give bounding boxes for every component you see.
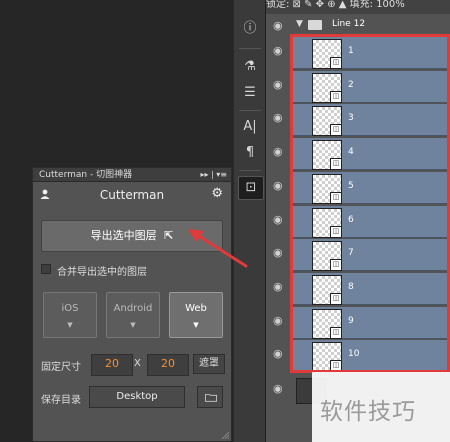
platform-ios-button[interactable]: iOS ▼ — [43, 292, 97, 338]
watermark: 软件技巧 — [312, 372, 450, 442]
height-field[interactable]: 20 — [147, 354, 189, 376]
eye-icon[interactable]: ◉ — [273, 112, 285, 123]
info-icon[interactable]: ⓘ — [238, 18, 262, 40]
crop-icon[interactable]: ⊡ — [238, 176, 264, 200]
fixed-size-label: 固定尺寸 — [41, 362, 81, 373]
gear-icon[interactable]: ⚙ — [211, 186, 223, 201]
external-link-icon: ⇱ — [164, 229, 174, 242]
platform-label: Android — [113, 303, 153, 314]
panel-header: Cutterman ⚙ — [33, 183, 231, 207]
brush-presets-icon[interactable]: ⚗ — [238, 56, 262, 78]
annotation-arrow — [188, 229, 248, 268]
resize-grip-icon[interactable] — [221, 431, 229, 439]
mask-button[interactable]: 遮罩 — [193, 354, 225, 374]
tool-divider — [239, 110, 261, 111]
layer-options-strip: 锁定: ⊠ ✎ ✥ ⊕ ▲ 填充: 100% — [266, 0, 450, 14]
character-icon[interactable]: A| — [238, 116, 262, 138]
eye-icon[interactable]: ◉ — [273, 20, 285, 31]
platform-label: iOS — [61, 303, 79, 314]
save-directory-field[interactable]: Desktop — [89, 386, 185, 408]
brand-title: Cutterman — [99, 188, 165, 202]
tool-divider — [239, 48, 261, 49]
platform-android-button[interactable]: Android ▼ — [106, 292, 160, 338]
eye-icon[interactable]: ◉ — [273, 79, 285, 90]
panel-menu-icon[interactable]: ▸▸ | ▾≡ — [200, 169, 227, 181]
size-separator: X — [134, 358, 141, 369]
cutterman-panel: Cutterman - 切图神器 ▸▸ | ▾≡ Cutterman ⚙ 导出选… — [32, 167, 232, 442]
eye-icon[interactable]: ◉ — [273, 214, 285, 225]
folder-icon — [205, 394, 217, 402]
chevron-down-icon: ▼ — [193, 321, 199, 329]
merge-export-checkbox[interactable] — [41, 264, 51, 274]
eye-icon[interactable]: ◉ — [273, 180, 285, 191]
folder-browse-button[interactable] — [197, 386, 223, 408]
eye-icon[interactable]: ◉ — [273, 45, 285, 56]
eye-icon[interactable]: ◉ — [273, 315, 285, 326]
eye-icon[interactable]: ◉ — [273, 383, 285, 394]
merge-export-label: 合并导出选中的图层 — [57, 267, 147, 278]
width-field[interactable]: 20 — [91, 354, 133, 376]
chevron-down-icon: ▼ — [67, 321, 73, 329]
platform-label: Web — [185, 303, 207, 314]
watermark-text: 软件技巧 — [320, 399, 416, 425]
selection-highlight-box — [290, 34, 450, 373]
folder-icon — [308, 20, 322, 30]
panel-tab-title[interactable]: Cutterman - 切图神器 — [39, 169, 132, 181]
layer-group-row[interactable]: ◉ ▼ Line 12 — [266, 16, 450, 36]
eye-icon[interactable]: ◉ — [273, 146, 285, 157]
save-directory-label: 保存目录 — [41, 395, 81, 406]
eye-icon[interactable]: ◉ — [273, 247, 285, 258]
eye-icon[interactable]: ◉ — [273, 348, 285, 359]
chevron-down-icon: ▼ — [130, 321, 136, 329]
tool-divider — [239, 170, 261, 171]
paragraph-icon[interactable]: ¶ — [238, 142, 262, 164]
export-button-label: 导出选中图层 — [90, 229, 157, 242]
eye-icon[interactable]: ◉ — [273, 281, 285, 292]
tools-panel: ⓘ ⚗ ☰ A| ¶ ⊡ — [233, 0, 266, 442]
panel-tab-bar: Cutterman - 切图神器 ▸▸ | ▾≡ — [33, 168, 231, 182]
adjustments-icon[interactable]: ☰ — [238, 82, 262, 104]
expand-arrow-icon[interactable]: ▼ — [296, 19, 303, 29]
platform-web-button[interactable]: Web ▼ — [169, 292, 223, 338]
group-name: Line 12 — [332, 19, 366, 29]
